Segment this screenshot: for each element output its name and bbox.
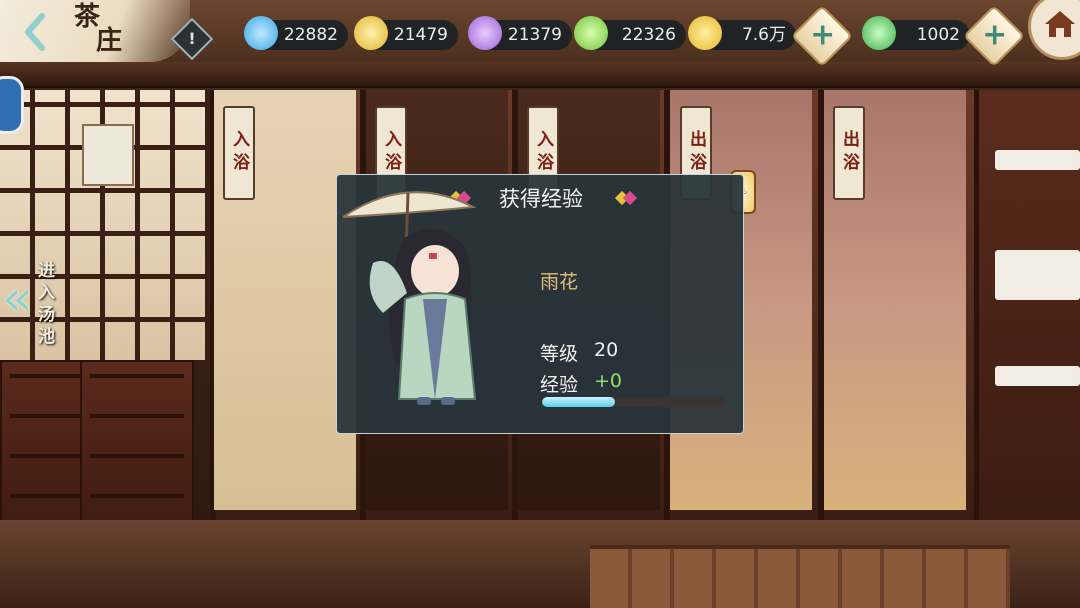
- yellow-gem-icon: [354, 16, 388, 50]
- ceiling-beam: [0, 62, 1080, 88]
- exclamation-icon: !: [188, 29, 196, 48]
- enter-pool-label: 进入汤池: [38, 261, 55, 347]
- resource-value: 21479: [393, 25, 448, 45]
- resource-bar: 22882 21479 21379 22326 7.6万 + 1002 +: [240, 4, 1030, 68]
- plus-icon: +: [810, 17, 836, 53]
- resource-value: 7.6万: [741, 25, 786, 45]
- towel-stack: [995, 150, 1080, 170]
- character-name: 雨花: [540, 271, 579, 293]
- double-chevron-left-icon: «: [2, 269, 33, 327]
- exp-progress-fill: [542, 397, 615, 407]
- stall-sign: 出浴: [833, 106, 865, 200]
- character-portrait: [343, 191, 477, 405]
- exp-label: 经验: [540, 374, 579, 396]
- side-tab-button[interactable]: [0, 76, 24, 134]
- back-button[interactable]: [18, 10, 52, 54]
- exp-gain-value: +0: [594, 370, 623, 392]
- level-value: 20: [594, 339, 619, 361]
- resource-value: 22882: [283, 25, 338, 45]
- green-gem-icon: [574, 16, 608, 50]
- plus-icon: +: [982, 17, 1008, 53]
- stall-sign: 入浴: [223, 106, 255, 200]
- scene-title: 茶 庄: [70, 0, 140, 60]
- resource-value: 1002: [916, 25, 960, 45]
- blue-gem-icon: [244, 16, 278, 50]
- level-label: 等级: [540, 343, 579, 365]
- resource-value: 22326: [621, 25, 676, 45]
- exp-progress-bar: [542, 397, 724, 407]
- enter-pool-button[interactable]: « 进入汤池: [2, 258, 66, 350]
- towel-stack: [995, 250, 1080, 300]
- towel-stack: [995, 366, 1080, 386]
- purple-gem-icon: [468, 16, 502, 50]
- exp-gain-dialog: 获得经验 雨花 等级 20 经验 +0: [336, 174, 744, 434]
- wooden-bench: [590, 545, 1010, 608]
- scene-title-char: 庄: [96, 26, 123, 56]
- resource-value: 21379: [507, 25, 562, 45]
- coin-icon: [688, 16, 722, 50]
- chevron-left-icon: [25, 13, 45, 51]
- wall-notice: [82, 124, 134, 186]
- drawer-cabinet: [80, 360, 194, 544]
- house-icon: [1045, 11, 1075, 37]
- jade-icon: [862, 16, 896, 50]
